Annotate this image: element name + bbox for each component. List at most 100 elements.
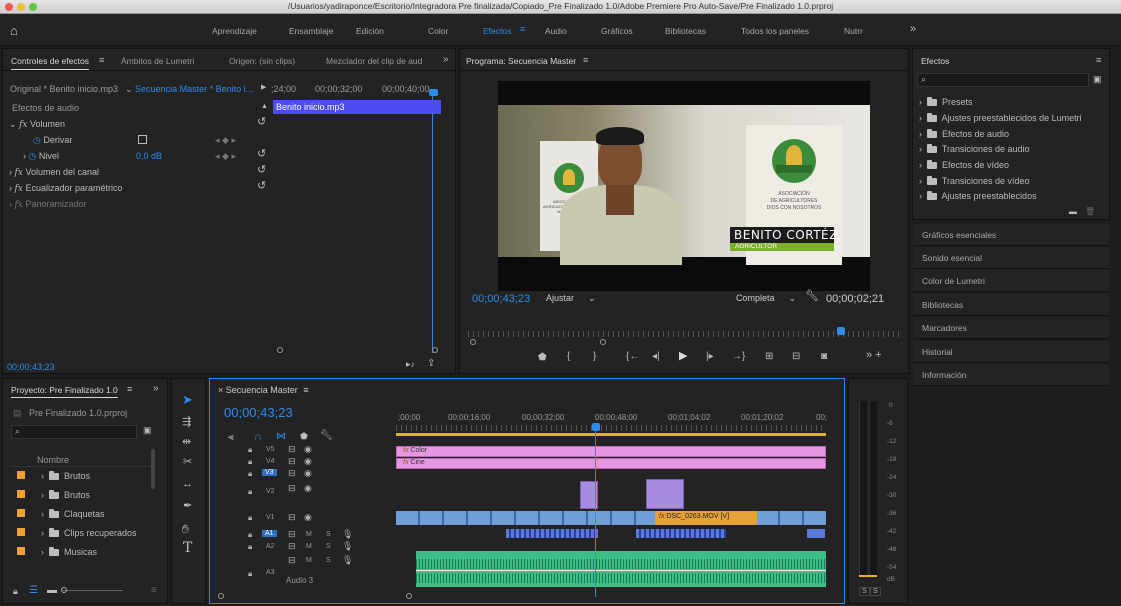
effects-menu-icon[interactable]: ≡ <box>1096 56 1101 65</box>
mic-icon[interactable]: 🎙︎ <box>342 541 353 552</box>
clip-color-adjustment[interactable]: fx Color <box>396 446 826 457</box>
lift-icon[interactable]: ⊞ <box>765 352 773 362</box>
section-libraries[interactable]: Bibliotecas <box>913 294 1109 316</box>
program-timecode[interactable]: 00;00;43;23 <box>472 293 530 305</box>
program-zoom-right[interactable] <box>600 339 606 345</box>
project-title[interactable]: Proyecto: Pre Finalizado 1.0 <box>11 385 118 395</box>
section-info[interactable]: Información <box>913 364 1109 386</box>
work-area-bar[interactable] <box>396 433 826 436</box>
add-marker-tl-icon[interactable]: ⬟ <box>300 432 308 441</box>
section-essential-sound[interactable]: Sonido esencial <box>913 247 1109 269</box>
keyframe-nav-nivel[interactable]: ◂ ◆ ▸ <box>215 151 236 162</box>
go-to-out-icon[interactable]: →} <box>732 352 745 362</box>
timeline-zoom-right[interactable] <box>406 593 412 599</box>
program-menu-icon[interactable]: ≡ <box>583 56 588 65</box>
track-header-v3[interactable]: 🔒︎ V3 ⊟ ◉ <box>246 468 386 479</box>
project-scrollbar[interactable] <box>151 449 155 489</box>
lock-icon[interactable]: 🔒︎ <box>13 587 18 596</box>
lock-track-icon[interactable]: 🔒︎ <box>248 513 252 523</box>
sync-lock-icon[interactable]: ⊟ <box>288 512 296 523</box>
ec-audio-clip-bar[interactable]: Benito inicio.mp3 <box>273 100 441 114</box>
slip-tool-icon[interactable]: ↔ <box>182 479 193 490</box>
lock-track-icon[interactable]: 🔒︎ <box>248 542 252 552</box>
volume-effect-row[interactable]: ⌄ fx Volumen <box>9 119 65 130</box>
clip-v2-graphic-2[interactable] <box>646 479 684 509</box>
new-search-bin-icon[interactable]: ▣ <box>143 426 152 435</box>
project-more-icon[interactable]: » <box>153 384 159 394</box>
zoom-slider[interactable] <box>63 590 123 591</box>
mic-icon[interactable]: 🎙︎ <box>342 555 353 566</box>
track-header-a1[interactable]: 🔒︎ A1 ⊟ M S 🎙︎ <box>246 529 386 540</box>
effects-item-audio-effects[interactable]: › Efectos de audio <box>919 129 1009 139</box>
home-icon[interactable]: ⌂ <box>10 24 18 37</box>
workspace-efectos[interactable]: Efectos <box>483 26 511 36</box>
type-tool-icon[interactable]: T <box>183 541 192 555</box>
timeline-ruler[interactable] <box>396 425 826 431</box>
meter-solo-left[interactable]: S <box>859 587 870 596</box>
more-controls-icon[interactable]: » + <box>866 350 882 361</box>
mark-in-icon[interactable]: { <box>567 352 570 362</box>
clip-a1-audio-3[interactable] <box>807 529 825 538</box>
section-history[interactable]: Historial <box>913 341 1109 363</box>
eye-icon[interactable]: ◉ <box>304 483 312 494</box>
step-back-icon[interactable]: ◂| <box>652 352 660 362</box>
clip-a3-music[interactable] <box>416 551 826 587</box>
scroll-up-icon[interactable]: ▲ <box>261 103 268 110</box>
clip-cine-adjustment[interactable]: fx Cine <box>396 458 826 469</box>
new-folder-icon[interactable]: ▬ <box>1069 208 1077 216</box>
zoom-slider-handle[interactable] <box>61 587 67 593</box>
pen-tool-icon[interactable]: ✒ <box>183 501 192 512</box>
eye-icon[interactable]: ◉ <box>304 468 312 479</box>
timeline-title[interactable]: × Secuencia Master ≡ <box>218 385 309 395</box>
track-label-v3[interactable]: V3 <box>262 469 277 476</box>
quality-select[interactable]: Completa ⌄ <box>736 293 796 304</box>
project-menu-icon[interactable]: ≡ <box>127 385 132 394</box>
program-monitor-title[interactable]: Programa: Secuencia Master <box>466 56 576 66</box>
timeline-zoom-left[interactable] <box>218 593 224 599</box>
eye-icon[interactable]: ◉ <box>304 512 312 523</box>
ec-playhead-handle[interactable] <box>429 89 438 96</box>
sync-lock-icon[interactable]: ⊟ <box>288 555 296 566</box>
reset-level-icon[interactable]: ↺ <box>257 149 266 160</box>
play-icon[interactable]: ▶ <box>679 351 687 362</box>
project-item-brutos[interactable]: › Brutos <box>41 471 90 481</box>
track-header-v2[interactable]: 🔒︎ V2 ⊟ ◉ <box>246 483 386 497</box>
effects-item-audio-transitions[interactable]: › Transiciones de audio <box>919 144 1030 154</box>
track-label-a1[interactable]: A1 <box>262 530 277 537</box>
effects-item-lumetri[interactable]: › Ajustes preestablecidos de Lumetri <box>919 113 1082 123</box>
sync-lock-icon[interactable]: ⊟ <box>288 468 296 479</box>
workspace-ensamblaje[interactable]: Ensamblaje <box>289 26 333 36</box>
tab-audio-clip-mixer[interactable]: Mezclador del clip de aud <box>326 56 422 66</box>
project-item-musicas[interactable]: › Musicas <box>41 547 97 557</box>
workspace-nutrr[interactable]: Nutrr <box>844 26 863 36</box>
effects-search-input[interactable]: ⌕ <box>917 73 1089 87</box>
icon-view-icon[interactable]: ▬ <box>47 586 57 596</box>
eye-icon[interactable]: ◉ <box>304 444 312 455</box>
solo-button[interactable]: S <box>326 531 331 538</box>
workspace-menu-icon[interactable]: ≡ <box>520 25 525 34</box>
collapse-timeline-icon[interactable]: ▶ <box>261 84 266 91</box>
ec-timecode[interactable]: 00;00;43;23 <box>7 362 55 372</box>
wrench-icon[interactable]: 🔧︎ <box>805 291 819 302</box>
track-header-a3[interactable]: ⊟ M S 🎙︎ 🔒︎ A3 Audio 3 <box>246 555 386 585</box>
sort-icon[interactable]: ≡ <box>151 586 157 596</box>
level-value[interactable]: 0,0 dB <box>136 151 162 161</box>
meter-solo-right[interactable]: S <box>870 587 881 596</box>
mic-icon[interactable]: 🎙︎ <box>342 529 353 540</box>
lock-track-icon[interactable]: 🔒︎ <box>248 530 252 540</box>
clip-a1-audio-2[interactable] <box>636 529 726 538</box>
workspace-todos[interactable]: Todos los paneles <box>741 26 809 36</box>
project-item-claquetas[interactable]: › Claquetas <box>41 509 105 519</box>
keyframe-nav-derivar[interactable]: ◂ ◆ ▸ <box>215 135 236 146</box>
workspace-bibliotecas[interactable]: Bibliotecas <box>665 26 706 36</box>
extract-icon[interactable]: ⊟ <box>792 352 800 362</box>
track-header-a2[interactable]: 🔒︎ A2 ⊟ M S 🎙︎ <box>246 541 386 552</box>
workspace-audio[interactable]: Audio <box>545 26 567 36</box>
lock-track-icon[interactable]: 🔒︎ <box>248 469 252 479</box>
workspace-aprendizaje[interactable]: Aprendizaje <box>212 26 257 36</box>
effects-item-video-effects[interactable]: › Efectos de vídeo <box>919 160 1009 170</box>
lock-track-icon[interactable]: 🔒︎ <box>248 457 252 467</box>
selection-tool-icon[interactable]: ➤ <box>182 393 193 406</box>
trash-icon[interactable]: 🗑︎ <box>1085 208 1095 216</box>
clip-a1-audio-1[interactable] <box>506 529 598 538</box>
